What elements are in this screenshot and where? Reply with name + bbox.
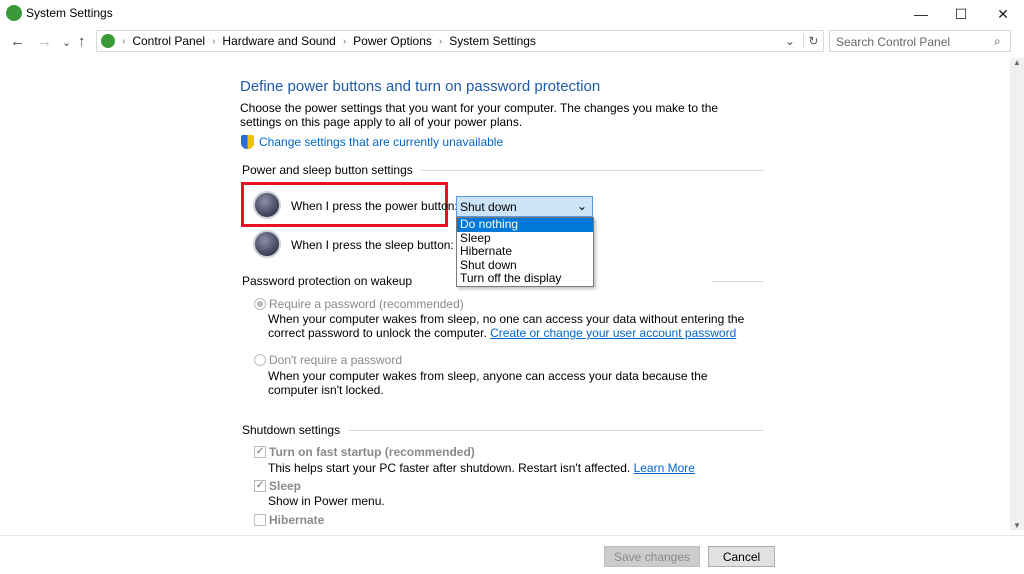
- fast-startup-checkbox[interactable]: ✓ Turn on fast startup (recommended): [254, 445, 475, 459]
- option-sleep[interactable]: Sleep: [457, 231, 593, 246]
- shutdown-section-header: Shutdown settings: [242, 423, 764, 437]
- chevron-right-icon: ›: [342, 35, 347, 47]
- power-button-icon: [253, 191, 281, 219]
- option-hibernate[interactable]: Hibernate: [457, 245, 593, 259]
- change-settings-link[interactable]: Change settings that are currently unava…: [259, 135, 503, 149]
- cancel-button[interactable]: Cancel: [708, 546, 775, 567]
- change-password-link[interactable]: Create or change your user account passw…: [490, 326, 736, 340]
- sleep-checkbox[interactable]: ✓ Sleep: [254, 479, 301, 493]
- check-icon: ✓: [254, 480, 266, 492]
- page-title: Define power buttons and turn on passwor…: [240, 78, 601, 95]
- radio-icon: [254, 354, 266, 366]
- footer: Save changes Cancel: [0, 535, 1024, 574]
- checkbox-label: Hibernate: [269, 513, 325, 527]
- section-title: Password protection on wakeup: [242, 274, 413, 288]
- scroll-up-icon[interactable]: ▲: [1010, 58, 1024, 67]
- vertical-scrollbar[interactable]: ▲ ▼: [1010, 58, 1024, 530]
- recent-locations-button[interactable]: ⌄: [62, 36, 71, 49]
- address-bar[interactable]: › Control Panel › Hardware and Sound › P…: [96, 30, 824, 52]
- power-options-icon: [101, 34, 115, 48]
- section-title: Power and sleep button settings: [242, 163, 413, 177]
- selected-value: Shut down: [460, 200, 517, 214]
- chevron-right-icon: ›: [438, 35, 443, 47]
- option-do-nothing[interactable]: Do nothing: [457, 217, 593, 232]
- radio-label: Require a password (recommended): [269, 297, 464, 311]
- chevron-right-icon: ›: [122, 35, 126, 47]
- close-button[interactable]: ✕: [980, 0, 1024, 28]
- scroll-down-icon[interactable]: ▼: [1010, 521, 1024, 530]
- power-button-label: When I press the power button:: [291, 199, 458, 213]
- radio-label: Don't require a password: [269, 353, 403, 367]
- password-section-header: Password protection on wakeup: [242, 274, 764, 288]
- chevron-down-icon[interactable]: ⌄: [785, 34, 803, 48]
- sleep-desc: Show in Power menu.: [268, 494, 385, 508]
- option-shut-down[interactable]: Shut down: [457, 258, 593, 273]
- power-section-header: Power and sleep button settings: [242, 163, 764, 177]
- radio-icon: [254, 298, 266, 310]
- breadcrumb-power-options[interactable]: Power Options: [353, 34, 432, 48]
- breadcrumb-hardware-sound[interactable]: Hardware and Sound: [222, 34, 335, 48]
- hibernate-checkbox[interactable]: Hibernate: [254, 513, 324, 527]
- breadcrumb-control-panel[interactable]: Control Panel: [132, 34, 205, 48]
- checkbox-label: Turn on fast startup (recommended): [269, 445, 475, 459]
- sleep-button-label: When I press the sleep button:: [291, 238, 454, 252]
- up-button[interactable]: ↑: [78, 33, 86, 50]
- search-icon: ⌕: [994, 34, 1001, 48]
- shield-icon: [241, 135, 254, 149]
- power-options-icon: [6, 5, 22, 21]
- require-password-radio[interactable]: Require a password (recommended): [254, 297, 464, 311]
- check-icon: ✓: [254, 446, 266, 458]
- breadcrumb-system-settings[interactable]: System Settings: [449, 34, 536, 48]
- forward-button[interactable]: →: [37, 33, 52, 50]
- back-button[interactable]: ←: [10, 33, 25, 50]
- require-password-desc: When your computer wakes from sleep, no …: [268, 312, 748, 340]
- learn-more-link[interactable]: Learn More: [634, 461, 695, 475]
- sleep-button-icon: [253, 230, 281, 258]
- chevron-down-icon: ⌄: [576, 199, 587, 213]
- no-password-radio[interactable]: Don't require a password: [254, 353, 402, 367]
- power-button-select[interactable]: Shut down ⌄: [456, 196, 593, 217]
- maximize-button[interactable]: ☐: [938, 0, 984, 28]
- section-title: Shutdown settings: [242, 423, 341, 437]
- refresh-icon[interactable]: ↻: [803, 34, 823, 48]
- desc-text: This helps start your PC faster after sh…: [268, 461, 631, 475]
- chevron-right-icon: ›: [212, 35, 216, 47]
- fast-startup-desc: This helps start your PC faster after sh…: [268, 461, 695, 475]
- window-title: System Settings: [26, 6, 113, 20]
- checkbox-label: Sleep: [269, 479, 302, 493]
- search-input[interactable]: Search Control Panel: [829, 30, 1011, 52]
- checkbox-box: [254, 514, 266, 526]
- no-password-desc: When your computer wakes from sleep, any…: [268, 369, 708, 397]
- save-changes-button[interactable]: Save changes: [604, 546, 700, 567]
- page-description: Choose the power settings that you want …: [240, 101, 719, 129]
